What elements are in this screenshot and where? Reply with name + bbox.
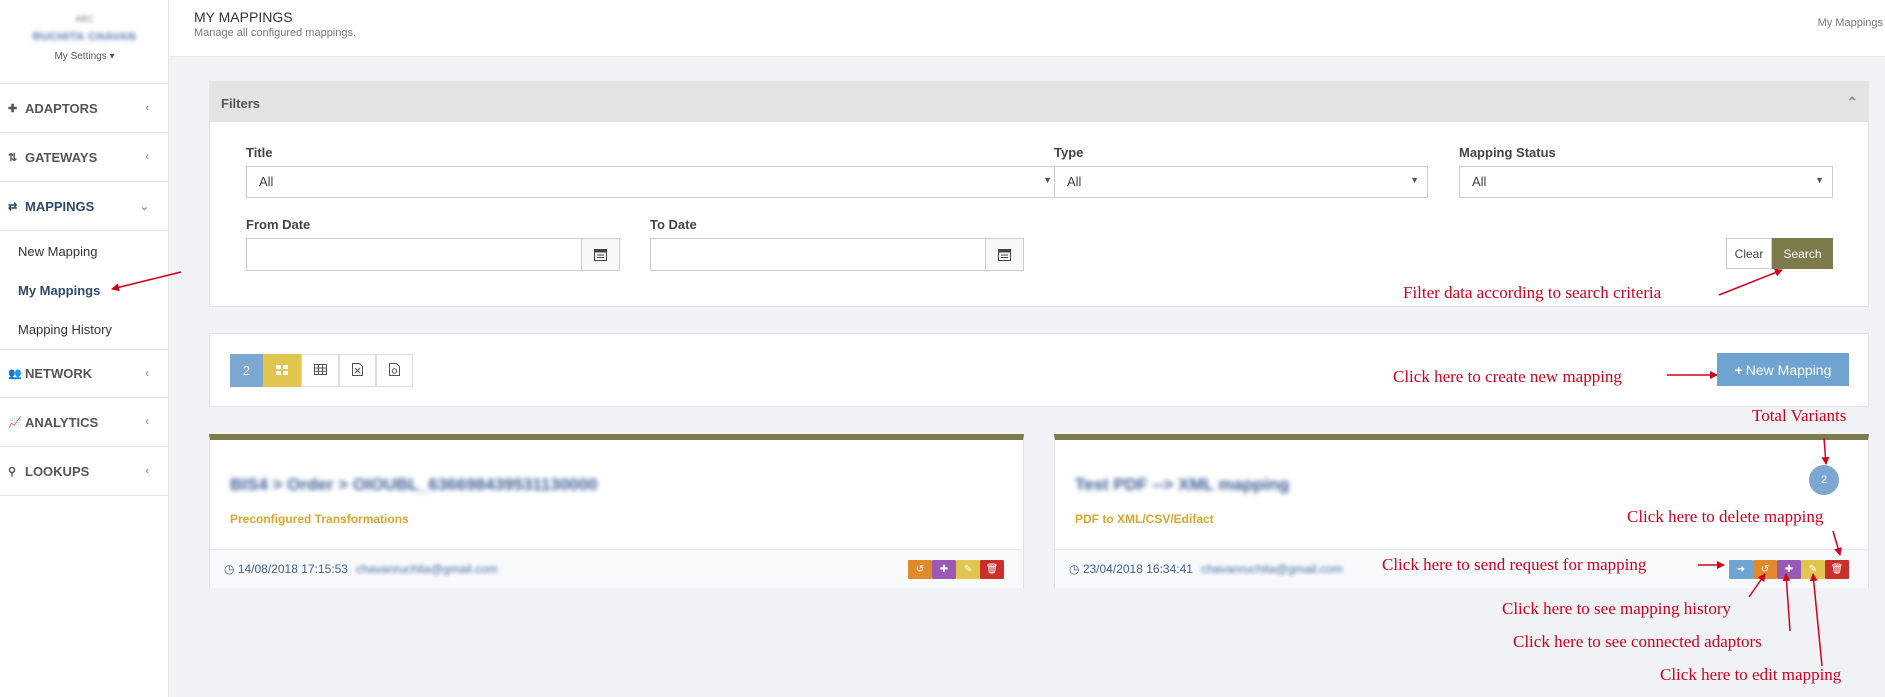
- annotation-arrows: [111, 268, 1842, 667]
- annotation-send: Click here to send request for mapping: [1382, 555, 1647, 574]
- annotation-arrow: [1782, 573, 1791, 632]
- annotation-create: Click here to create new mapping: [1393, 367, 1622, 386]
- annotation-arrow: [1832, 530, 1842, 556]
- annotation-arrow: [1748, 573, 1766, 598]
- annotation-edit: Click here to edit mapping: [1660, 665, 1842, 684]
- annotation-arrow: [1718, 268, 1783, 296]
- annotation-arrow: [1821, 437, 1830, 465]
- annotation-history: Click here to see mapping history: [1502, 599, 1731, 618]
- annotation-arrow: [111, 271, 182, 292]
- annotation-adaptors: Click here to see connected adaptors: [1513, 632, 1762, 651]
- annotation-variants: Total Variants: [1752, 406, 1847, 425]
- annotation-arrow: [1809, 573, 1823, 667]
- annotation-filter: Filter data according to search criteria: [1403, 283, 1662, 302]
- annotation-delete: Click here to delete mapping: [1627, 507, 1824, 526]
